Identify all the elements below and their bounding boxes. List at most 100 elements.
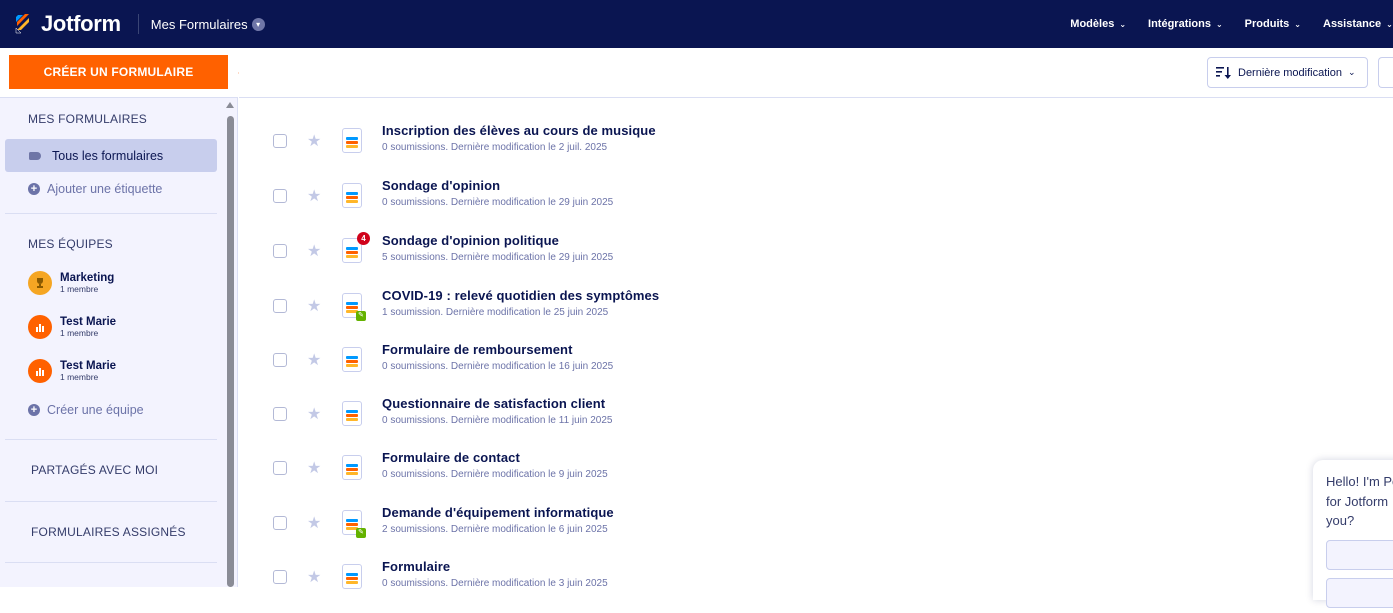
sidebar-divider xyxy=(5,562,217,563)
list-item[interactable]: ★ ✎ Demande d'équipement informatique 2 … xyxy=(239,505,1393,559)
jotform-logo-icon xyxy=(15,14,29,34)
chat-widget[interactable]: Hello! I'm Po for Jotform you? xyxy=(1313,460,1393,608)
scroll-thumb[interactable] xyxy=(227,116,234,587)
team-name: Marketing xyxy=(60,272,115,284)
sidebar-divider xyxy=(5,439,217,440)
star-icon[interactable]: ★ xyxy=(307,131,321,151)
team-info: Test Marie 1 membre xyxy=(60,316,116,338)
list-item[interactable]: ★ Formulaire de contact 0 soumissions. D… xyxy=(239,450,1393,504)
form-title[interactable]: Sondage d'opinion xyxy=(382,178,500,193)
list-item[interactable]: ★ ✎ COVID-19 : relevé quotidien des symp… xyxy=(239,288,1393,342)
team-item[interactable]: Test Marie 1 membre xyxy=(0,359,225,383)
top-nav: Modèles ⌄ Intégrations ⌄ Produits ⌄ Assista… xyxy=(1070,0,1393,48)
sidebar-item-assigned[interactable]: FORMULAIRES ASSIGNÉS xyxy=(0,525,225,539)
plus-icon: + xyxy=(28,404,40,416)
list-item[interactable]: ★ Questionnaire de satisfaction client 0… xyxy=(239,396,1393,450)
star-icon[interactable]: ★ xyxy=(307,186,321,206)
sidebar: MES FORMULAIRES Tous les formulaires + A… xyxy=(0,48,238,587)
row-checkbox[interactable] xyxy=(273,299,287,313)
star-icon[interactable]: ★ xyxy=(307,241,321,261)
form-meta: 5 soumissions. Dernière modification le … xyxy=(382,252,614,263)
star-icon[interactable]: ★ xyxy=(307,513,321,533)
form-title[interactable]: COVID-19 : relevé quotidien des symptôme… xyxy=(382,288,659,303)
star-icon[interactable]: ★ xyxy=(307,567,321,587)
form-meta: 0 soumissions. Dernière modification le … xyxy=(382,415,613,426)
chart-icon xyxy=(28,315,52,339)
form-meta: 0 soumissions. Dernière modification le … xyxy=(382,361,614,372)
chevron-down-icon: ⌄ xyxy=(1347,67,1356,77)
row-checkbox[interactable] xyxy=(273,189,287,203)
chat-option-button[interactable] xyxy=(1326,540,1393,570)
create-team-text: Créer une équipe xyxy=(47,403,144,417)
team-info: Test Marie 1 membre xyxy=(60,360,116,382)
nav-templates[interactable]: Modèles ⌄ xyxy=(1070,18,1126,30)
sidebar-content: MES FORMULAIRES Tous les formulaires + A… xyxy=(0,98,225,563)
form-meta: 0 soumissions. Dernière modification le … xyxy=(382,578,608,589)
chevron-down-icon: ⌄ xyxy=(1386,19,1393,29)
list-item[interactable]: ★ Formulaire de remboursement 0 soumissi… xyxy=(239,342,1393,396)
row-checkbox[interactable] xyxy=(273,353,287,367)
form-title[interactable]: Inscription des élèves au cours de musiq… xyxy=(382,123,656,138)
trophy-icon xyxy=(28,271,52,295)
form-meta: 1 soumission. Dernière modification le 2… xyxy=(382,307,609,318)
form-title[interactable]: Formulaire xyxy=(382,559,450,574)
sort-dropdown[interactable]: Dernière modification ⌄ xyxy=(1207,57,1368,88)
sort-icon xyxy=(1216,66,1231,79)
form-title[interactable]: Formulaire de contact xyxy=(382,450,520,465)
row-checkbox[interactable] xyxy=(273,461,287,475)
nav-support[interactable]: Assistance ⌄ xyxy=(1323,18,1393,30)
team-item[interactable]: Test Marie 1 membre xyxy=(0,315,225,339)
nav-integrations-label: Intégrations xyxy=(1148,18,1211,30)
top-bar: Jotform Mes Formulaires ▾ Modèles ⌄ Intég… xyxy=(0,0,1393,48)
list-item[interactable]: ★ Sondage d'opinion 0 soumissions. Derni… xyxy=(239,178,1393,232)
star-icon[interactable]: ★ xyxy=(307,350,321,370)
form-icon xyxy=(342,401,362,426)
scroll-up-arrow-icon[interactable] xyxy=(226,102,234,108)
chevron-down-icon: ⌄ xyxy=(1119,19,1127,29)
sidebar-scrollbar[interactable] xyxy=(226,100,235,587)
nav-integrations[interactable]: Intégrations ⌄ xyxy=(1148,18,1223,30)
star-icon[interactable]: ★ xyxy=(307,404,321,424)
form-title[interactable]: Sondage d'opinion politique xyxy=(382,233,559,248)
view-toggle-button[interactable] xyxy=(1378,57,1393,88)
sidebar-item-shared[interactable]: PARTAGÉS AVEC MOI xyxy=(0,463,225,477)
list-item[interactable]: ★ 4 Sondage d'opinion politique 5 soumis… xyxy=(239,232,1393,287)
star-icon[interactable]: ★ xyxy=(307,296,321,316)
form-meta: 0 soumissions. Dernière modification le … xyxy=(382,142,608,153)
star-icon[interactable]: ★ xyxy=(307,458,321,478)
nav-products-label: Produits xyxy=(1244,18,1290,30)
form-title[interactable]: Formulaire de remboursement xyxy=(382,342,573,357)
sort-label: Dernière modification xyxy=(1238,66,1342,79)
sidebar-item-all-forms[interactable]: Tous les formulaires xyxy=(5,139,217,172)
nav-templates-label: Modèles xyxy=(1070,18,1115,30)
form-title[interactable]: Questionnaire de satisfaction client xyxy=(382,396,605,411)
chevron-down-icon: ⌄ xyxy=(1215,19,1223,29)
row-checkbox[interactable] xyxy=(273,516,287,530)
create-form-button[interactable]: CRÉER UN FORMULAIRE xyxy=(9,55,228,89)
add-label-link[interactable]: + Ajouter une étiquette xyxy=(0,182,225,196)
team-name: Test Marie xyxy=(60,360,117,372)
approval-icon: ✎ xyxy=(356,311,366,321)
my-forms-dropdown[interactable]: Mes Formulaires ▾ xyxy=(151,17,265,32)
row-checkbox[interactable] xyxy=(273,134,287,148)
team-info: Marketing 1 membre xyxy=(60,272,114,294)
list-item[interactable]: ★ Inscription des élèves au cours de mus… xyxy=(239,123,1393,177)
row-checkbox[interactable] xyxy=(273,407,287,421)
approval-icon: ✎ xyxy=(356,528,366,538)
create-team-link[interactable]: + Créer une équipe xyxy=(0,403,225,417)
chat-message: Hello! I'm Po for Jotform you? xyxy=(1326,474,1393,528)
chat-option-button[interactable] xyxy=(1326,578,1393,608)
notification-badge: 4 xyxy=(357,232,370,245)
row-checkbox[interactable] xyxy=(273,244,287,258)
jotform-logo[interactable]: Jotform xyxy=(12,11,121,37)
nav-products[interactable]: Produits ⌄ xyxy=(1245,18,1301,30)
team-members: 1 membre xyxy=(60,372,99,382)
tag-icon xyxy=(29,151,41,160)
row-checkbox[interactable] xyxy=(273,570,287,584)
form-icon xyxy=(342,347,362,372)
team-item[interactable]: Marketing 1 membre xyxy=(0,271,225,295)
form-icon: ✎ xyxy=(342,293,366,321)
form-title[interactable]: Demande d'équipement informatique xyxy=(382,505,614,520)
list-item[interactable]: ★ Formulaire 0 soumissions. Dernière mod… xyxy=(239,559,1393,613)
my-teams-section-title: MES ÉQUIPES xyxy=(28,237,113,251)
